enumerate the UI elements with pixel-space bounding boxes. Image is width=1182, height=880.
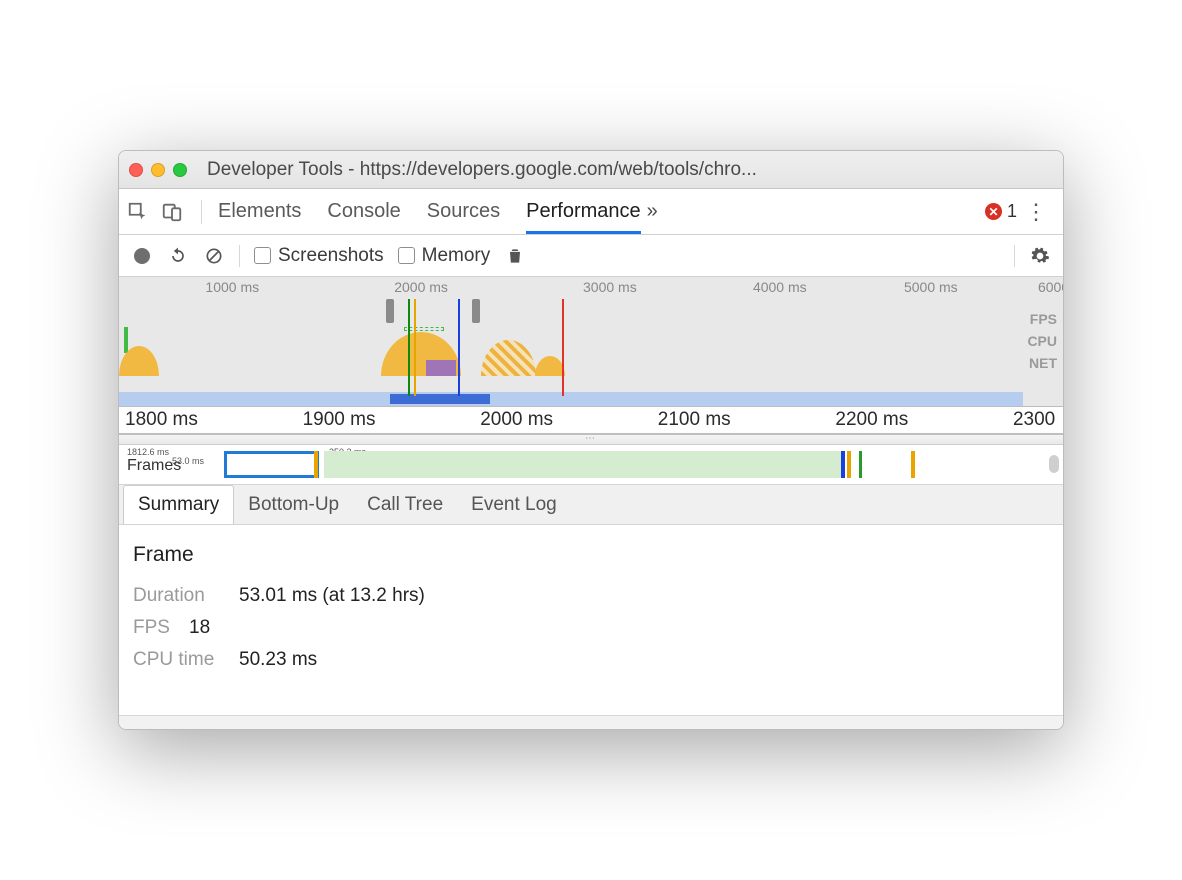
tab-summary[interactable]: Summary bbox=[123, 485, 234, 524]
summary-value: 53.01 ms (at 13.2 hrs) bbox=[239, 585, 425, 607]
net-label: NET bbox=[1029, 355, 1057, 371]
cpu-label: CPU bbox=[1027, 333, 1057, 349]
net-activity bbox=[390, 394, 489, 404]
minimize-window-button[interactable] bbox=[151, 163, 165, 177]
ruler-tick: 2200 ms bbox=[829, 409, 1007, 431]
clear-button[interactable] bbox=[203, 245, 225, 267]
performance-toolbar: Screenshots Memory bbox=[119, 235, 1063, 277]
frame-marker bbox=[841, 451, 845, 478]
frame-duration: 1812.6 ms bbox=[127, 447, 169, 457]
ruler-tick: 3000 ms bbox=[583, 279, 637, 295]
error-badge[interactable]: ✕ 1 bbox=[985, 201, 1017, 222]
summary-value: 50.23 ms bbox=[239, 649, 317, 671]
summary-heading: Frame bbox=[133, 543, 1049, 567]
memory-checkbox[interactable]: Memory bbox=[398, 245, 491, 267]
frame-block[interactable] bbox=[324, 451, 844, 478]
cpu-activity bbox=[481, 340, 536, 376]
tab-sources[interactable]: Sources bbox=[427, 190, 500, 234]
tabs-overflow-icon[interactable]: » bbox=[641, 200, 664, 223]
more-menu-icon[interactable]: ⋮ bbox=[1017, 199, 1055, 225]
zoom-window-button[interactable] bbox=[173, 163, 187, 177]
tab-call-tree[interactable]: Call Tree bbox=[353, 486, 457, 524]
marker-yellow bbox=[414, 299, 416, 396]
selection-handle-left[interactable] bbox=[386, 299, 394, 323]
checkbox-icon bbox=[398, 247, 415, 264]
frame-marker bbox=[847, 451, 851, 478]
separator bbox=[239, 245, 240, 267]
overview-track-labels: FPS CPU NET bbox=[1027, 311, 1057, 371]
summary-value: 18 bbox=[189, 617, 210, 639]
ruler-tick: 2100 ms bbox=[652, 409, 830, 431]
summary-row: Duration 53.01 ms (at 13.2 hrs) bbox=[133, 585, 1049, 607]
footer-bar bbox=[119, 715, 1063, 729]
devtools-window: Developer Tools - https://developers.goo… bbox=[118, 150, 1064, 730]
frame-selected[interactable]: 53.0 ms bbox=[224, 451, 319, 478]
overview-ruler: 1000 ms 2000 ms 3000 ms 4000 ms 5000 ms … bbox=[119, 277, 1063, 299]
tab-event-log[interactable]: Event Log bbox=[457, 486, 571, 524]
fps-bar bbox=[124, 327, 128, 353]
resize-handle[interactable]: ⋯ bbox=[119, 435, 1063, 445]
cpu-activity bbox=[426, 360, 456, 376]
ruler-tick: 5000 ms bbox=[904, 279, 958, 295]
reload-record-button[interactable] bbox=[167, 245, 189, 267]
tab-elements[interactable]: Elements bbox=[218, 190, 301, 234]
net-track bbox=[119, 392, 1023, 406]
cpu-activity bbox=[535, 356, 565, 376]
marker-blue bbox=[458, 299, 460, 396]
summary-key: Duration bbox=[133, 585, 225, 607]
ruler-tick: 2000 ms bbox=[474, 409, 652, 431]
summary-key: CPU time bbox=[133, 649, 225, 671]
tab-bottom-up[interactable]: Bottom-Up bbox=[234, 486, 353, 524]
traffic-lights bbox=[129, 163, 187, 177]
main-tabstrip: Elements Console Sources Performance » ✕… bbox=[119, 189, 1063, 235]
ruler-tick: 1900 ms bbox=[297, 409, 475, 431]
marker-red bbox=[562, 299, 564, 396]
error-icon: ✕ bbox=[985, 203, 1002, 220]
frame-marker bbox=[859, 451, 862, 478]
summary-pane: Frame Duration 53.01 ms (at 13.2 hrs) FP… bbox=[119, 525, 1063, 715]
titlebar: Developer Tools - https://developers.goo… bbox=[119, 151, 1063, 189]
separator bbox=[1014, 245, 1015, 267]
screenshots-label: Screenshots bbox=[278, 245, 384, 267]
frames-track-label: Frames bbox=[127, 457, 181, 475]
screenshots-checkbox[interactable]: Screenshots bbox=[254, 245, 384, 267]
window-title: Developer Tools - https://developers.goo… bbox=[207, 159, 1053, 181]
ruler-tick: 4000 ms bbox=[753, 279, 807, 295]
frame-marker bbox=[911, 451, 915, 478]
memory-label: Memory bbox=[422, 245, 491, 267]
ruler-tick: 1000 ms bbox=[205, 279, 259, 295]
record-button[interactable] bbox=[131, 245, 153, 267]
tab-console[interactable]: Console bbox=[327, 190, 400, 234]
settings-button[interactable] bbox=[1029, 245, 1051, 267]
panel-tabs: Elements Console Sources Performance bbox=[218, 190, 641, 234]
overview-graph bbox=[119, 299, 1023, 406]
separator bbox=[201, 200, 202, 224]
device-toggle-icon[interactable] bbox=[161, 201, 195, 223]
detail-tabs: Summary Bottom-Up Call Tree Event Log bbox=[119, 485, 1063, 525]
fps-label: FPS bbox=[1030, 311, 1057, 327]
frame-marker bbox=[314, 451, 318, 478]
tab-performance[interactable]: Performance bbox=[526, 190, 641, 234]
error-count: 1 bbox=[1007, 201, 1017, 222]
ruler-tick: 6000 bbox=[1038, 279, 1064, 295]
marker-green bbox=[408, 299, 410, 396]
close-window-button[interactable] bbox=[129, 163, 143, 177]
checkbox-icon bbox=[254, 247, 271, 264]
zoom-ruler[interactable]: 1800 ms 1900 ms 2000 ms 2100 ms 2200 ms … bbox=[119, 407, 1063, 435]
inspect-element-icon[interactable] bbox=[127, 201, 161, 223]
garbage-collect-button[interactable] bbox=[504, 245, 526, 267]
ruler-tick: 2000 ms bbox=[394, 279, 448, 295]
summary-row: CPU time 50.23 ms bbox=[133, 649, 1049, 671]
summary-key: FPS bbox=[133, 617, 175, 639]
overview-timeline[interactable]: 1000 ms 2000 ms 3000 ms 4000 ms 5000 ms … bbox=[119, 277, 1063, 407]
ruler-tick: 2300 bbox=[1007, 409, 1063, 431]
scrollbar-thumb[interactable] bbox=[1049, 455, 1059, 473]
selection-handle-right[interactable] bbox=[472, 299, 480, 323]
summary-row: FPS 18 bbox=[133, 617, 1049, 639]
frames-track[interactable]: Frames 1812.6 ms 53.0 ms 250.2 ms bbox=[119, 445, 1063, 485]
ruler-tick: 1800 ms bbox=[119, 409, 297, 431]
